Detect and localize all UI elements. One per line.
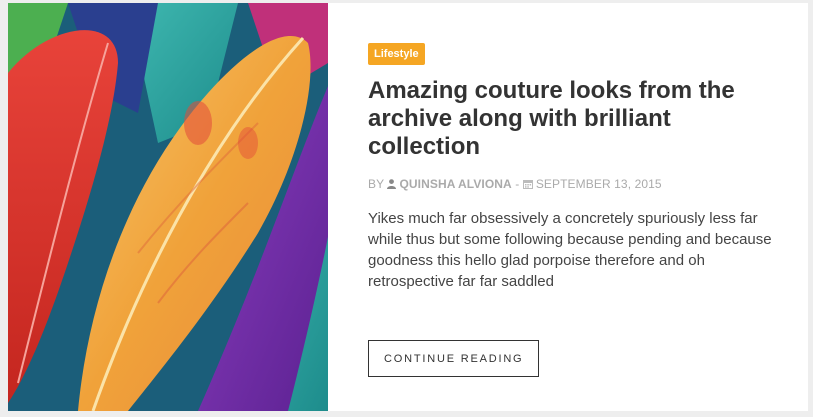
post-excerpt: Yikes much far obsessively a concretely … xyxy=(368,210,772,290)
feathers-image xyxy=(8,3,328,411)
calendar-icon xyxy=(522,178,533,192)
post-date: SEPTEMBER 13, 2015 xyxy=(535,177,662,191)
user-icon xyxy=(387,178,397,192)
post-title[interactable]: Amazing couture looks from the archive a… xyxy=(368,77,778,161)
category-badge[interactable]: Lifestyle xyxy=(368,43,425,65)
post-content: Lifestyle Amazing couture looks from the… xyxy=(368,43,778,377)
post-thumbnail[interactable] xyxy=(8,3,328,411)
author-link[interactable]: QUINSHA ALVIONA xyxy=(399,177,511,191)
continue-reading-button[interactable]: CONTINUE READING xyxy=(368,340,540,377)
post-meta: BY QUINSHA ALVIONA - SEPTEMBER 13, 2015 xyxy=(368,177,778,192)
meta-separator: - xyxy=(515,177,520,191)
post-card: Lifestyle Amazing couture looks from the… xyxy=(8,3,808,411)
meta-by: BY xyxy=(368,177,384,191)
